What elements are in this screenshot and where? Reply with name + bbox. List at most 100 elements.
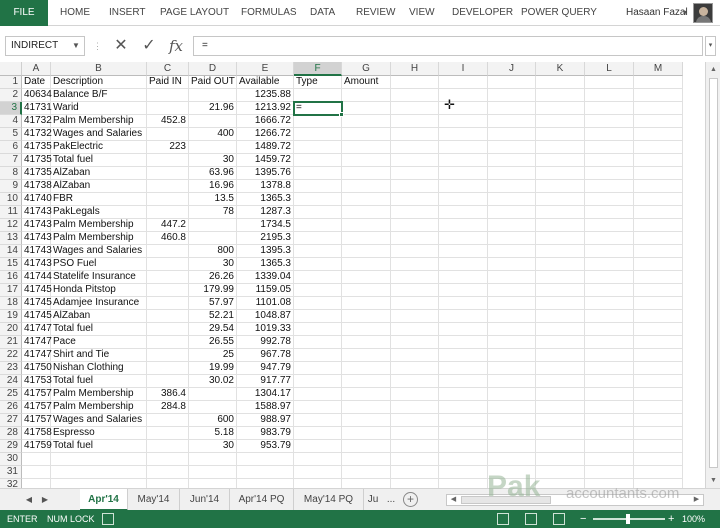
sheet-tab-may14-pq[interactable]: May'14 PQ — [294, 489, 364, 511]
normal-view-icon[interactable] — [497, 513, 509, 525]
cell-out[interactable] — [189, 232, 237, 245]
cell[interactable] — [634, 453, 683, 466]
cell[interactable] — [391, 141, 439, 154]
cell[interactable] — [342, 401, 391, 414]
cell-in[interactable]: 460.8 — [147, 232, 189, 245]
cell-in[interactable] — [147, 154, 189, 167]
cell-date[interactable]: 41743 — [22, 219, 52, 232]
row-header[interactable]: 1 — [0, 76, 22, 89]
cell-out[interactable]: 25 — [189, 349, 237, 362]
cell[interactable] — [634, 388, 683, 401]
column-header-b[interactable]: B — [51, 62, 147, 76]
cell[interactable] — [585, 453, 634, 466]
cell[interactable] — [294, 375, 342, 388]
column-header-a[interactable]: A — [22, 62, 51, 76]
cell[interactable] — [488, 258, 536, 271]
cell-avail[interactable]: 983.79 — [237, 427, 294, 440]
cell-in[interactable] — [147, 128, 189, 141]
cell[interactable] — [189, 453, 237, 466]
cell[interactable] — [342, 453, 391, 466]
row-header[interactable]: 32 — [0, 479, 22, 488]
cell[interactable] — [488, 414, 536, 427]
cell[interactable] — [391, 284, 439, 297]
column-title-cell[interactable]: Type — [294, 76, 342, 89]
cell[interactable] — [342, 102, 391, 115]
cell-date[interactable]: 41738 — [22, 180, 52, 193]
cell[interactable] — [439, 297, 488, 310]
column-header-c[interactable]: C — [147, 62, 189, 76]
cell[interactable] — [536, 388, 585, 401]
cell[interactable] — [585, 297, 634, 310]
cell-in[interactable] — [147, 258, 189, 271]
cell[interactable] — [147, 479, 189, 488]
cell[interactable] — [391, 297, 439, 310]
cell[interactable] — [342, 427, 391, 440]
cell[interactable] — [51, 466, 147, 479]
cell[interactable] — [634, 284, 683, 297]
cell[interactable] — [585, 102, 634, 115]
row-header[interactable]: 5 — [0, 128, 22, 141]
cell[interactable] — [536, 375, 585, 388]
cell[interactable] — [585, 141, 634, 154]
cell-date[interactable]: 41731 — [22, 102, 52, 115]
cell[interactable] — [488, 388, 536, 401]
cell[interactable] — [585, 440, 634, 453]
cell[interactable] — [585, 466, 634, 479]
cell-avail[interactable]: 1159.05 — [237, 284, 294, 297]
avatar[interactable] — [693, 3, 713, 23]
cell-out[interactable]: 16.96 — [189, 180, 237, 193]
cell-desc[interactable]: Statelife Insurance — [51, 271, 147, 284]
row-header[interactable]: 26 — [0, 401, 22, 414]
cell-in[interactable] — [147, 323, 189, 336]
cell-in[interactable] — [147, 427, 189, 440]
cell[interactable] — [536, 297, 585, 310]
cell[interactable] — [342, 388, 391, 401]
cell[interactable] — [391, 89, 439, 102]
cell[interactable] — [342, 323, 391, 336]
chevron-down-icon[interactable]: ▾ — [683, 0, 687, 26]
cell[interactable] — [342, 375, 391, 388]
cell-avail[interactable]: 988.97 — [237, 414, 294, 427]
cell[interactable] — [294, 271, 342, 284]
cell[interactable] — [391, 115, 439, 128]
row-header[interactable]: 19 — [0, 310, 22, 323]
cell[interactable] — [634, 76, 683, 89]
cell[interactable] — [585, 375, 634, 388]
cell[interactable] — [634, 154, 683, 167]
cell[interactable] — [294, 284, 342, 297]
tab-page-layout[interactable]: PAGE LAYOUT — [160, 0, 229, 26]
cell[interactable] — [585, 180, 634, 193]
cell-avail[interactable]: 947.79 — [237, 362, 294, 375]
cell[interactable] — [634, 271, 683, 284]
cell[interactable] — [634, 310, 683, 323]
cell-date[interactable]: 41757 — [22, 401, 52, 414]
cell[interactable] — [342, 349, 391, 362]
cell[interactable] — [237, 453, 294, 466]
cell[interactable] — [488, 362, 536, 375]
cell[interactable] — [22, 466, 51, 479]
column-title-cell[interactable]: Amount — [342, 76, 391, 89]
cell-desc[interactable]: Shirt and Tie — [51, 349, 147, 362]
cell-desc[interactable]: Total fuel — [51, 440, 147, 453]
row-header[interactable]: 30 — [0, 453, 22, 466]
cell[interactable] — [294, 388, 342, 401]
row-header[interactable]: 25 — [0, 388, 22, 401]
cell-date[interactable]: 41757 — [22, 414, 52, 427]
cell[interactable] — [488, 206, 536, 219]
cell-date[interactable]: 41735 — [22, 167, 52, 180]
user-name[interactable]: Hasaan Fazal — [626, 0, 688, 26]
cell[interactable] — [536, 89, 585, 102]
cell[interactable] — [536, 362, 585, 375]
cell[interactable] — [634, 466, 683, 479]
cell-out[interactable]: 21.96 — [189, 102, 237, 115]
cell-desc[interactable]: AlZaban — [51, 180, 147, 193]
cell[interactable] — [391, 479, 439, 488]
cell[interactable] — [189, 466, 237, 479]
cell[interactable] — [294, 245, 342, 258]
cell[interactable] — [488, 102, 536, 115]
cell[interactable] — [439, 388, 488, 401]
spreadsheet-grid[interactable]: A B C D E F G H I J K L M 1 Date Description Paid IN Paid… — [0, 62, 705, 488]
cell[interactable] — [342, 284, 391, 297]
cell-date[interactable]: 41757 — [22, 388, 52, 401]
cell[interactable] — [488, 115, 536, 128]
